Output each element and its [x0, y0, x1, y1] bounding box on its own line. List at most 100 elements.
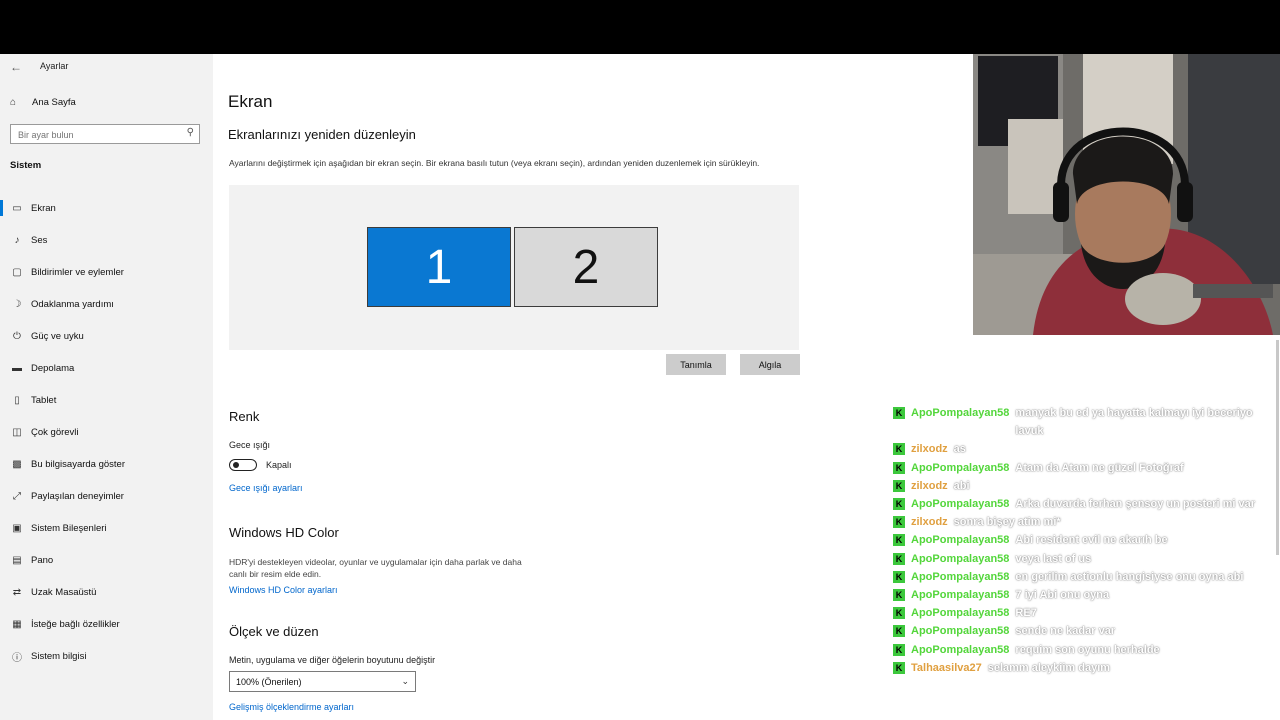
scale-dropdown[interactable]: 100% (Önerilen) ⌄	[229, 671, 416, 692]
color-heading: Renk	[229, 409, 260, 424]
chat-text: selamm aleykiim dayım	[987, 661, 1111, 674]
chat-username: ApoPompalayan58	[911, 534, 1010, 547]
sidebar-item-bilesenler[interactable]: ▣ Sistem Bileşenleri	[0, 512, 213, 544]
chat-username: Talhaasilva27	[911, 661, 982, 674]
platform-icon: K	[893, 570, 905, 583]
toggle-state-label: Kapalı	[266, 460, 292, 470]
sidebar-item-bildirimler[interactable]: ▢ Bildirimler ve eylemler	[0, 256, 213, 288]
chevron-down-icon: ⌄	[401, 676, 409, 686]
chat-username: ApoPompalayan58	[911, 625, 1010, 638]
speaker-icon: ♪	[14, 234, 20, 246]
chat-message: K ApoPompalayan58 Atam da Atam ne güzel Fo…	[893, 459, 1273, 477]
sidebar-item-label: Bu bilgisayarda göster	[31, 458, 125, 470]
chat-text: Arka duvarda ferhan şensoy un posteri mi…	[1015, 498, 1256, 511]
sidebar-item-depolama[interactable]: ▬ Depolama	[0, 352, 213, 384]
sidebar-item-label: İsteğe bağlı özellikler	[31, 618, 120, 630]
chat-text: abi	[953, 479, 970, 492]
chat-message: K ApoPompalayan58 manyak bu ed ya hayatta …	[893, 404, 1273, 440]
info-icon: ⓘ	[12, 652, 22, 664]
sidebar-item-ekran[interactable]: ▭ Ekran	[0, 192, 213, 224]
chat-message: K ApoPompalayan58 Abi resident evil ne aka…	[893, 531, 1273, 549]
chat-message: Kzilxodz abi	[893, 477, 1273, 495]
search-box[interactable]: ⚲	[10, 124, 200, 144]
sidebar-item-cok-gorevli[interactable]: ◫ Çok görevli	[0, 416, 213, 448]
scale-label: Metin, uygulama ve diğer öğelerin boyutu…	[229, 655, 436, 665]
power-icon: ⏻	[13, 330, 21, 342]
sidebar-item-tablet[interactable]: ▯ Tablet	[0, 384, 213, 416]
search-input[interactable]	[11, 126, 178, 144]
chat-username: zilxodz	[911, 443, 948, 456]
advanced-scaling-link[interactable]: Gelişmiş ölçeklendirme ayarları	[229, 702, 354, 712]
platform-icon: K	[893, 534, 905, 547]
sidebar-item-label: Depolama	[31, 362, 75, 374]
identify-button[interactable]: Tanımla	[666, 354, 726, 375]
sidebar-item-label: Güç ve uyku	[31, 330, 84, 342]
sidebar-item-label: Tablet	[31, 394, 57, 406]
monitor-2[interactable]: 2	[514, 227, 658, 307]
sidebar-item-uzak-masaustu[interactable]: ⇄ Uzak Masaüstü	[0, 576, 213, 608]
rearrange-heading: Ekranlarınızı yeniden düzenleyin	[228, 127, 416, 142]
remote-icon: ⇄	[12, 586, 22, 598]
sidebar-item-ses[interactable]: ♪ Ses	[0, 224, 213, 256]
platform-icon: K	[893, 625, 905, 638]
platform-icon: K	[893, 589, 905, 602]
clipboard-icon: ▤	[12, 554, 22, 566]
monitor-1[interactable]: 1	[367, 227, 511, 307]
detect-button[interactable]: Algıla	[740, 354, 800, 375]
top-black-bar	[0, 0, 1280, 54]
night-light-toggle[interactable]	[229, 459, 257, 471]
chat-text: manyak bu ed ya hayatta kalmayı iyi bece…	[1015, 407, 1253, 438]
chat-text: en gerilim actionlu hangisiyse onu oyna …	[1015, 570, 1244, 583]
chat-username: zilxodz	[911, 479, 948, 492]
hd-color-settings-link[interactable]: Windows HD Color ayarları	[229, 585, 338, 595]
storage-icon: ▬	[12, 362, 22, 374]
sidebar-item-guc[interactable]: ⏻ Güç ve uyku	[0, 320, 213, 352]
platform-icon: K	[893, 498, 905, 511]
moon-icon: ☽	[12, 298, 22, 310]
chat-message: Kzilxodz sonra bişey atim mi*	[893, 513, 1273, 531]
features-icon: ▦	[12, 618, 22, 630]
sidebar-item-goster[interactable]: ▩ Bu bilgisayarda göster	[0, 448, 213, 480]
chat-username: ApoPompalayan58	[911, 461, 1010, 474]
sidebar-item-odaklanma[interactable]: ☽ Odaklanma yardımı	[0, 288, 213, 320]
chat-message: K ApoPompalayan58 sende ne kadar var	[893, 622, 1273, 640]
app-title: Ayarlar	[40, 61, 69, 71]
sidebar-item-label: Sistem bilgisi	[31, 650, 87, 662]
sidebar-item-label: Uzak Masaüstü	[31, 586, 97, 598]
night-light-settings-link[interactable]: Gece ışığı ayarları	[229, 483, 303, 493]
scale-value: 100% (Önerilen)	[236, 676, 302, 687]
sidebar-item-label: Odaklanma yardımı	[31, 298, 114, 310]
chat-message: K ApoPompalayan58 en gerilim actionlu hang…	[893, 568, 1273, 586]
scale-layout-heading: Ölçek ve düzen	[229, 624, 319, 639]
chat-text: sende ne kadar var	[1015, 625, 1116, 638]
platform-icon: K	[893, 479, 905, 492]
search-icon[interactable]: ⚲	[187, 127, 194, 138]
sidebar-item-istege-bagli[interactable]: ▦ İsteğe bağlı özellikler	[0, 608, 213, 640]
home-label: Ana Sayfa	[32, 97, 76, 108]
display-arrangement-area[interactable]: 1 2	[229, 185, 799, 350]
chat-message: K ApoPompalayan58 Arka duvarda ferhan şens…	[893, 495, 1273, 513]
sidebar-item-pano[interactable]: ▤ Pano	[0, 544, 213, 576]
platform-icon: K	[893, 643, 905, 656]
chat-text: Atam da Atam ne güzel Fotoğraf	[1015, 461, 1184, 474]
sidebar-item-label: Bildirimler ve eylemler	[31, 266, 124, 278]
sidebar-item-label: Paylaşılan deneyimler	[31, 490, 124, 502]
sidebar-item-sistem-bilgisi[interactable]: ⓘ Sistem bilgisi	[0, 640, 213, 672]
chat-overlay: K ApoPompalayan58 manyak bu ed ya hayatta …	[893, 404, 1273, 677]
chat-username: ApoPompalayan58	[911, 552, 1010, 565]
back-arrow-icon[interactable]: ←	[10, 60, 22, 74]
scrollbar[interactable]	[1276, 340, 1279, 555]
sidebar-item-label: Çok görevli	[31, 426, 79, 438]
page-title: Ekran	[228, 92, 273, 111]
sidebar-item-label: Ekran	[31, 202, 56, 214]
sidebar-item-paylasilan[interactable]: ⤢ Paylaşılan deneyimler	[0, 480, 213, 512]
chat-message: K Talhaasilva27 selamm aleykiim dayım	[893, 659, 1273, 677]
multitask-icon: ◫	[12, 426, 22, 438]
platform-icon: K	[893, 461, 905, 474]
display-settings-page: Ekran Ekranlarınızı yeniden düzenleyin A…	[213, 54, 973, 720]
chat-text: Abi resident evil ne akarıh be	[1015, 534, 1168, 547]
sidebar-item-label: Ses	[31, 234, 48, 246]
home-nav-item[interactable]: ⌂ Ana Sayfa	[10, 97, 76, 108]
project-icon: ▩	[12, 458, 22, 470]
chat-username: zilxodz	[911, 516, 948, 529]
